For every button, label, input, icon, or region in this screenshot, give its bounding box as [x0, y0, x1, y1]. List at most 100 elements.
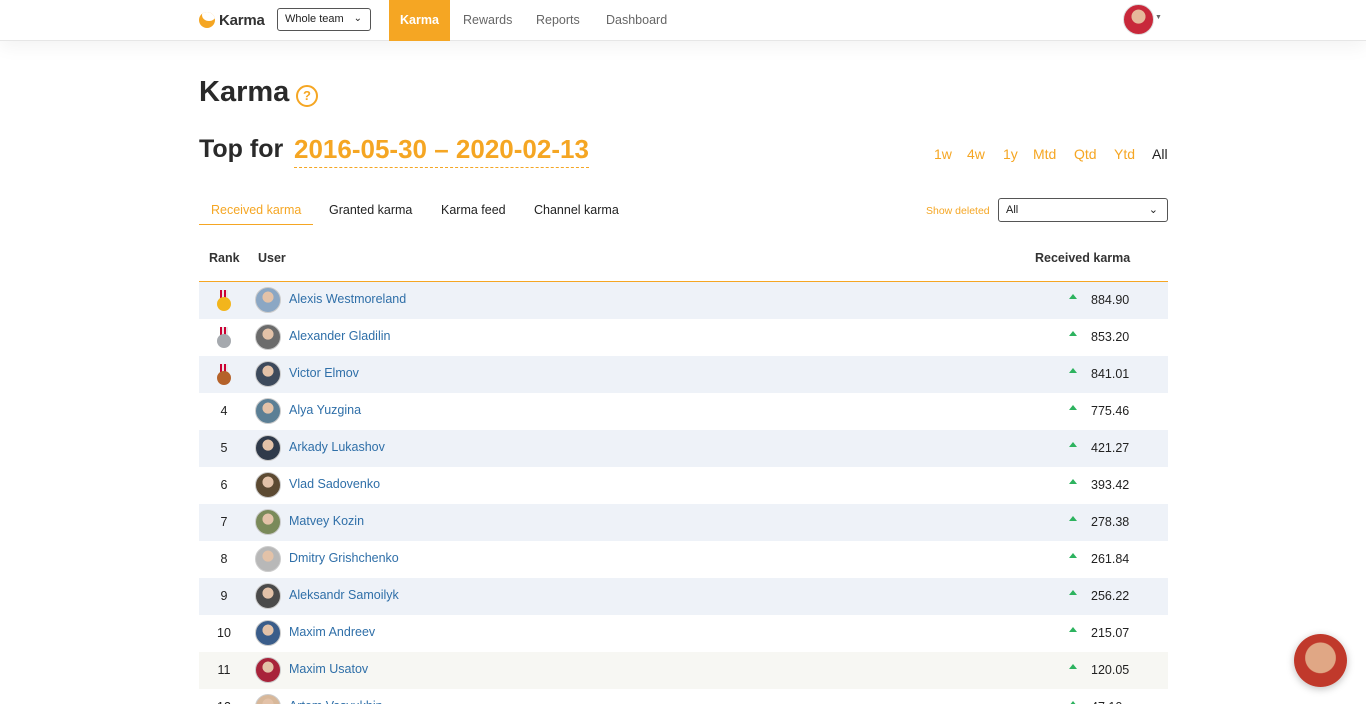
period-4w[interactable]: 4w	[967, 146, 985, 162]
user-avatar[interactable]	[255, 435, 281, 461]
rank-number: 12	[199, 700, 249, 704]
table-row: 10 Maxim Andreev 215.07	[199, 615, 1168, 652]
karma-table-body: Alexis Westmoreland 884.90 Alexander Gladi…	[199, 282, 1168, 704]
silver-medal-icon	[217, 327, 231, 349]
chevron-down-icon: ⌄	[353, 13, 362, 24]
table-row: Alexander Gladilin 853.20	[199, 319, 1168, 356]
user-name-link[interactable]: Alya Yuzgina	[289, 403, 361, 417]
user-name-link[interactable]: Alexis Westmoreland	[289, 292, 406, 306]
user-name-link[interactable]: Vlad Sadovenko	[289, 477, 380, 491]
karma-score: 884.90	[1091, 293, 1130, 307]
help-icon[interactable]: ?	[296, 85, 318, 107]
table-row: 7 Matvey Kozin 278.38	[199, 504, 1168, 541]
period-ytd[interactable]: Ytd	[1114, 146, 1135, 162]
user-avatar[interactable]	[255, 472, 281, 498]
table-row: 4 Alya Yuzgina 775.46	[199, 393, 1168, 430]
tab-channel-karma[interactable]: Channel karma	[534, 203, 619, 217]
table-row: 6 Vlad Sadovenko 393.42	[199, 467, 1168, 504]
table-row: 8 Dmitry Grishchenko 261.84	[199, 541, 1168, 578]
user-avatar[interactable]	[255, 287, 281, 313]
user-avatar[interactable]	[255, 398, 281, 424]
table-row: 5 Arkady Lukashov 421.27	[199, 430, 1168, 467]
column-user[interactable]: User	[258, 251, 286, 265]
user-avatar[interactable]	[255, 361, 281, 387]
user-avatar[interactable]	[255, 324, 281, 350]
trend-up-icon	[1069, 664, 1077, 669]
table-row: 11 Maxim Usatov 120.05	[199, 652, 1168, 689]
user-avatar[interactable]	[255, 694, 281, 704]
karma-score: 775.46	[1091, 404, 1130, 418]
trend-up-icon	[1069, 442, 1077, 447]
period-all[interactable]: All	[1152, 146, 1168, 162]
column-received-karma[interactable]: Received karma	[1035, 251, 1130, 265]
trend-up-icon	[1069, 479, 1077, 484]
trend-up-icon	[1069, 331, 1077, 336]
karma-score: 841.01	[1091, 367, 1130, 381]
caret-down-icon[interactable]: ▼	[1155, 14, 1162, 21]
karma-score: 393.42	[1091, 478, 1130, 492]
karma-score: 215.07	[1091, 626, 1130, 640]
support-chat-avatar[interactable]	[1294, 634, 1347, 687]
user-name-link[interactable]: Matvey Kozin	[289, 514, 364, 528]
user-avatar[interactable]	[255, 657, 281, 683]
table-row: 9 Aleksandr Samoilyk 256.22	[199, 578, 1168, 615]
karma-logo[interactable]: Karma	[199, 11, 265, 29]
user-avatar-menu[interactable]	[1123, 4, 1154, 35]
table-header: Rank User Received karma	[199, 242, 1168, 282]
show-deleted-label: Show deleted	[926, 205, 990, 217]
gold-medal-icon	[217, 290, 231, 312]
trend-up-icon	[1069, 590, 1077, 595]
user-name-link[interactable]: Arkady Lukashov	[289, 440, 385, 454]
period-qtd[interactable]: Qtd	[1074, 146, 1097, 162]
karma-score: 120.05	[1091, 663, 1130, 677]
rank-number: 4	[220, 404, 228, 418]
user-avatar[interactable]	[255, 546, 281, 572]
trend-up-icon	[1069, 627, 1077, 632]
table-row: 12 Artem Vasyukhin 47.10	[199, 689, 1168, 704]
top-navbar: Karma Whole team ⌄ Karma Rewards Reports…	[0, 0, 1366, 41]
nav-dashboard[interactable]: Dashboard	[606, 0, 667, 41]
column-rank[interactable]: Rank	[209, 251, 240, 265]
karma-score: 47.10	[1091, 700, 1122, 704]
user-name-link[interactable]: Alexander Gladilin	[289, 329, 390, 343]
show-deleted-value: All	[1006, 204, 1019, 216]
period-1w[interactable]: 1w	[934, 146, 952, 162]
rank-number: 9	[220, 589, 228, 603]
rank-number: 10	[217, 626, 231, 640]
rank-number: 5	[220, 441, 228, 455]
tab-granted-karma[interactable]: Granted karma	[329, 203, 412, 217]
table-row: Victor Elmov 841.01	[199, 356, 1168, 393]
date-range-picker[interactable]: 2016-05-30 – 2020-02-13	[294, 134, 589, 168]
user-name-link[interactable]: Dmitry Grishchenko	[289, 551, 399, 565]
user-avatar[interactable]	[255, 620, 281, 646]
logo-text: Karma	[219, 11, 265, 29]
nav-reports[interactable]: Reports	[536, 0, 580, 41]
rank-number: 6	[220, 478, 228, 492]
period-1y[interactable]: 1y	[1003, 146, 1018, 162]
karma-score: 256.22	[1091, 589, 1130, 603]
user-avatar[interactable]	[255, 583, 281, 609]
nav-rewards[interactable]: Rewards	[463, 0, 512, 41]
show-deleted-select[interactable]: All ⌄	[998, 198, 1168, 222]
user-name-link[interactable]: Aleksandr Samoilyk	[289, 588, 399, 602]
bronze-medal-icon	[217, 364, 231, 386]
user-name-link[interactable]: Artem Vasyukhin	[289, 699, 383, 704]
trend-up-icon	[1069, 553, 1077, 558]
rank-number: 8	[220, 552, 228, 566]
nav-karma[interactable]: Karma	[389, 0, 450, 41]
user-name-link[interactable]: Maxim Andreev	[289, 625, 375, 639]
user-name-link[interactable]: Maxim Usatov	[289, 662, 368, 676]
tab-karma-feed[interactable]: Karma feed	[441, 203, 506, 217]
chevron-down-icon: ⌄	[1148, 204, 1158, 216]
trend-up-icon	[1069, 516, 1077, 521]
user-avatar[interactable]	[255, 509, 281, 535]
team-select-value: Whole team	[285, 13, 344, 25]
user-name-link[interactable]: Victor Elmov	[289, 366, 359, 380]
rank-number: 11	[217, 663, 231, 677]
period-mtd[interactable]: Mtd	[1033, 146, 1056, 162]
tab-received-karma[interactable]: Received karma	[211, 203, 301, 217]
trend-up-icon	[1069, 368, 1077, 373]
karma-score: 278.38	[1091, 515, 1130, 529]
trend-up-icon	[1069, 405, 1077, 410]
team-select[interactable]: Whole team ⌄	[277, 8, 371, 31]
